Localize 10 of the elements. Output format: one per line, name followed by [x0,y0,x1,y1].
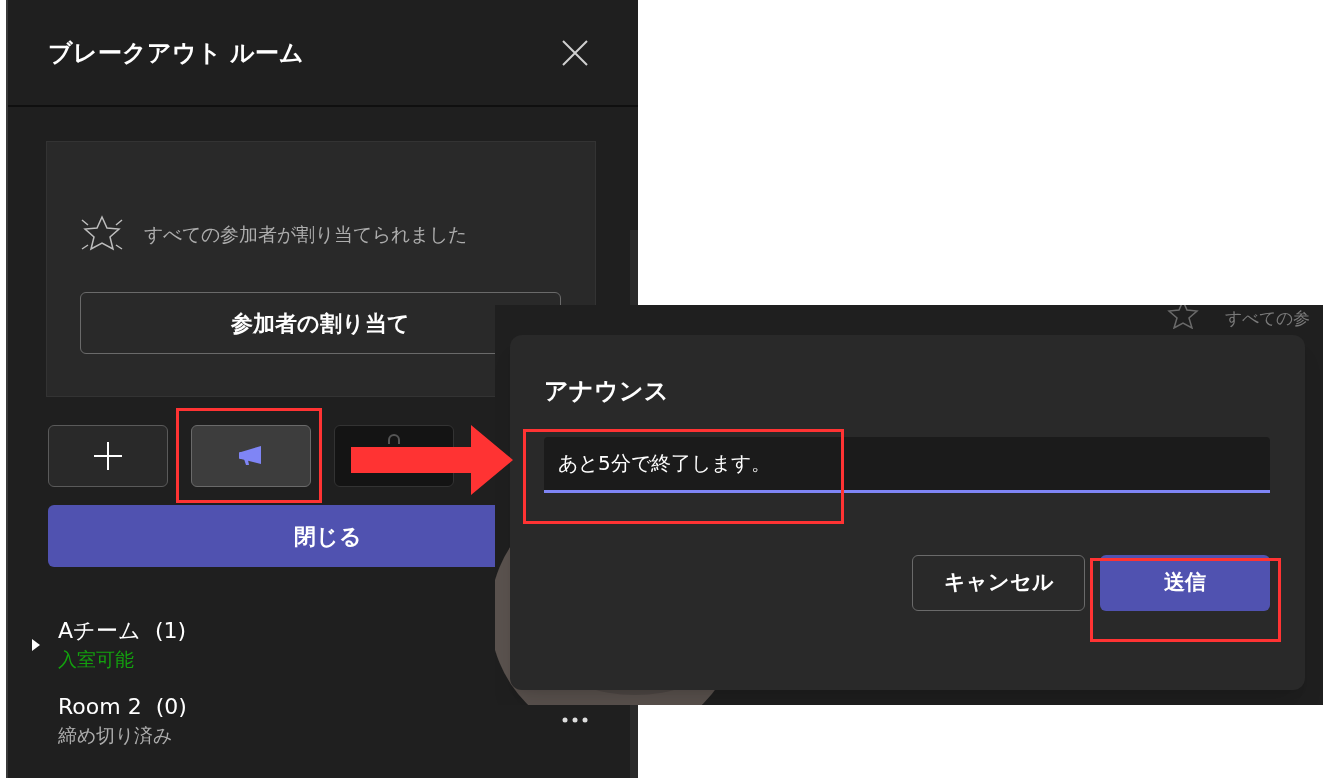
cancel-button[interactable]: キャンセル [912,555,1085,611]
room-status: 締め切り済み [58,723,173,748]
dialog-title: アナウンス [544,376,670,407]
send-button[interactable]: 送信 [1100,555,1270,611]
announcement-input[interactable]: あと5分で終了します。 [544,437,1270,493]
notice-text: すべての参加者が割り当てられました [144,221,467,247]
room-name[interactable]: Room 2 (0) [58,692,562,722]
panel-title: ブレークアウト ルーム [48,37,305,69]
background-text: すべての参 [1225,307,1310,329]
room-status: 入室可能 [58,647,135,672]
